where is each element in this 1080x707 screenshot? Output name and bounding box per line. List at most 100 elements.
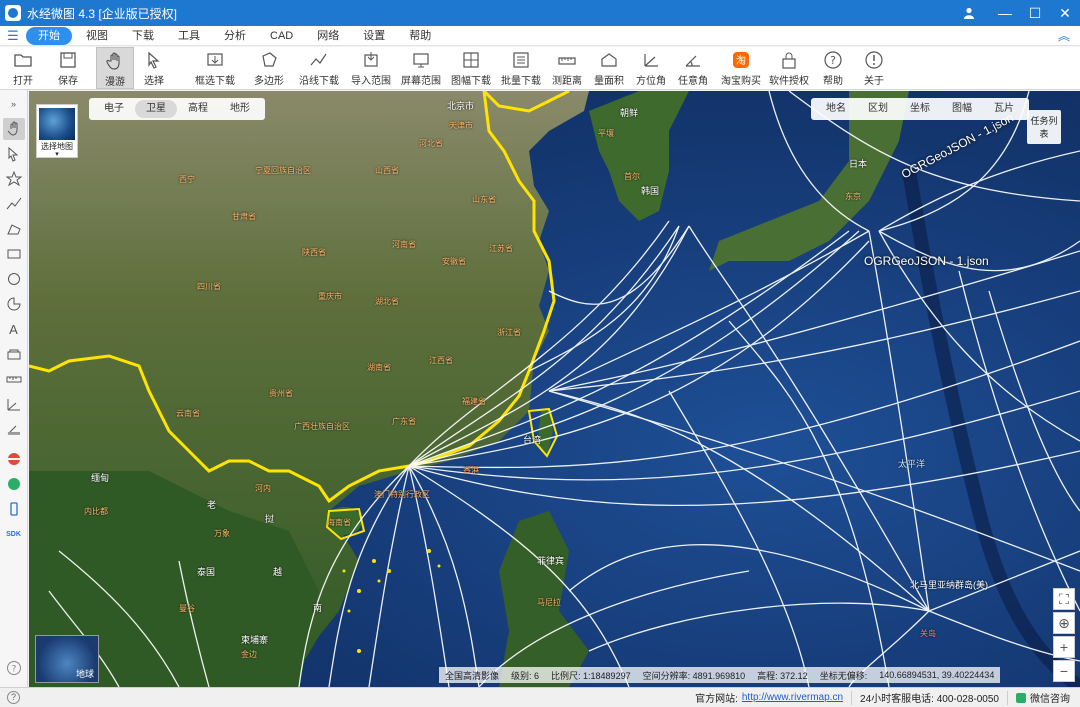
wechat-consult-button[interactable]: 微信咨询 xyxy=(1016,690,1070,705)
minimize-button[interactable]: — xyxy=(990,0,1020,26)
about-button[interactable]: 关于 xyxy=(852,47,896,89)
menu-tools[interactable]: 工具 xyxy=(168,27,210,45)
label-northern-marianas: 北马里亚纳群岛(美) xyxy=(910,580,988,590)
screen-range-icon xyxy=(413,53,429,68)
batch-download-button[interactable]: 批量下载 xyxy=(496,47,546,89)
map-chooser-button[interactable]: 选择地图 ▾ xyxy=(36,104,78,158)
menu-analysis[interactable]: 分析 xyxy=(214,27,256,45)
rectangle-tool-icon[interactable] xyxy=(3,243,25,265)
toggle-divisions[interactable]: 区划 xyxy=(857,100,899,118)
green-plugin-icon[interactable] xyxy=(3,473,25,495)
label-zhejiang: 浙江省 xyxy=(497,328,521,337)
expand-panel-icon[interactable]: » xyxy=(3,93,25,115)
menu-view[interactable]: 视图 xyxy=(76,27,118,45)
label-guizhou: 贵州省 xyxy=(269,389,293,398)
layer-colors-icon[interactable] xyxy=(3,448,25,470)
any-angle-button[interactable]: 任意角 xyxy=(672,47,714,89)
license-button[interactable]: 软件授权 xyxy=(764,47,814,89)
sheet-download-button[interactable]: 图幅下载 xyxy=(446,47,496,89)
close-button[interactable]: ✕ xyxy=(1050,0,1080,26)
menu-start[interactable]: 开始 xyxy=(26,26,72,45)
select-button[interactable]: 选择 xyxy=(134,47,174,89)
menu-download[interactable]: 下载 xyxy=(122,27,164,45)
ruler-tool-icon[interactable] xyxy=(3,368,25,390)
label-hunan: 湖南省 xyxy=(367,363,391,372)
chevron-down-icon: ▾ xyxy=(55,151,59,158)
area-icon xyxy=(601,53,617,67)
label-tokyo: 东京 xyxy=(845,192,861,201)
line-download-button[interactable]: 沿线下载 xyxy=(292,47,346,89)
collapse-ribbon-icon[interactable]: ︽ xyxy=(1058,27,1070,44)
maximize-button[interactable]: ☐ xyxy=(1020,0,1050,26)
help-circle-icon[interactable]: ? xyxy=(3,657,25,679)
status-elevation: 高程: 372.12 xyxy=(757,670,808,681)
menu-network[interactable]: 网络 xyxy=(307,27,349,45)
menu-help[interactable]: 帮助 xyxy=(399,27,441,45)
polyline-tool-icon[interactable] xyxy=(3,193,25,215)
text-tool-icon[interactable]: A xyxy=(3,318,25,340)
phone-icon[interactable] xyxy=(3,498,25,520)
app-title: 水经微图 4.3 [企业版已授权] xyxy=(27,6,178,21)
save-button[interactable]: 保存 xyxy=(46,47,90,89)
azimuth-button[interactable]: 方位角 xyxy=(630,47,672,89)
tab-terrain[interactable]: 地形 xyxy=(219,100,261,118)
status-resolution: 空间分辨率: 4891.969810 xyxy=(642,670,746,681)
label-japan: 日本 xyxy=(849,159,868,169)
tab-elevation[interactable]: 高程 xyxy=(177,100,219,118)
help-button[interactable]: ? 帮助 xyxy=(814,47,852,89)
wechat-icon xyxy=(1016,692,1026,703)
zoom-out-button[interactable]: − xyxy=(1053,660,1075,682)
import-range-icon xyxy=(364,52,378,67)
toggle-coordinates[interactable]: 坐标 xyxy=(899,100,941,118)
locate-icon[interactable]: ⊕ xyxy=(1053,612,1075,634)
label-hainan: 海南省 xyxy=(327,518,351,527)
taobao-buy-button[interactable]: 淘 淘宝购买 xyxy=(718,47,764,89)
bottom-status-bar: ? 官方网站: http://www.rivermap.cn 24小时客服电话:… xyxy=(0,687,1080,707)
globe-overview-button[interactable]: 地球 xyxy=(35,635,99,683)
label-jiangxi: 江西省 xyxy=(429,356,453,365)
open-button[interactable]: 打开 xyxy=(0,47,46,89)
map-view[interactable]: 北京市 天津市 河北省 山西省 山东省 宁夏回族自治区 甘肃省 陕西省 河南省 … xyxy=(29,91,1080,687)
toggle-tiles[interactable]: 瓦片 xyxy=(983,100,1025,118)
status-source: 全国高清影像 xyxy=(445,670,500,681)
screen-range-button[interactable]: 屏幕范围 xyxy=(396,47,446,89)
measure-area-button[interactable]: 量面积 xyxy=(588,47,630,89)
website-link[interactable]: http://www.rivermap.cn xyxy=(742,692,843,703)
polygon-tool-icon[interactable] xyxy=(3,218,25,240)
sector-tool-icon[interactable] xyxy=(3,293,25,315)
pan-button[interactable]: 漫游 xyxy=(96,47,134,89)
task-list-button[interactable]: 任务列表 xyxy=(1027,110,1061,144)
tab-electronic[interactable]: 电子 xyxy=(93,100,135,118)
cursor-icon xyxy=(148,51,160,69)
azimuth-icon xyxy=(644,54,658,67)
toggle-place-names[interactable]: 地名 xyxy=(815,100,857,118)
select-tool-icon[interactable] xyxy=(3,143,25,165)
help-icon[interactable]: ? xyxy=(7,691,20,704)
user-icon[interactable] xyxy=(954,0,984,26)
pan-tool-icon[interactable] xyxy=(2,118,25,140)
fullscreen-icon[interactable]: ⛶ xyxy=(1053,588,1075,610)
sheet-download-icon xyxy=(463,52,479,68)
sdk-icon[interactable]: SDK xyxy=(3,523,25,545)
label-jiangsu: 江苏省 xyxy=(489,244,513,253)
label-anhui: 安徽省 xyxy=(442,257,466,266)
hamburger-menu-icon[interactable]: ☰ xyxy=(0,28,26,44)
status-scale: 比例尺: 1:18489297 xyxy=(551,670,631,681)
label-south-korea: 韩国 xyxy=(641,186,660,196)
area-tool-icon[interactable] xyxy=(3,343,25,365)
marker-tool-icon[interactable] xyxy=(3,168,25,190)
angle-tool-icon[interactable] xyxy=(3,418,25,440)
label-guangxi: 广西壮族自治区 xyxy=(294,422,350,431)
measure-distance-button[interactable]: 测距离 xyxy=(546,47,588,89)
import-range-button[interactable]: 导入范围 xyxy=(346,47,396,89)
rect-download-button[interactable]: 框选下载 xyxy=(184,47,246,89)
status-coordinate: 140.66894531, 39.40224434 xyxy=(879,670,995,680)
zoom-in-button[interactable]: + xyxy=(1053,636,1075,658)
toggle-sheets[interactable]: 图幅 xyxy=(941,100,983,118)
tab-satellite[interactable]: 卫星 xyxy=(135,100,177,118)
polygon-download-button[interactable]: 多边形 xyxy=(246,47,292,89)
azimuth-tool-icon[interactable] xyxy=(3,393,25,415)
circle-tool-icon[interactable] xyxy=(3,268,25,290)
menu-settings[interactable]: 设置 xyxy=(353,27,395,45)
menu-cad[interactable]: CAD xyxy=(260,27,303,45)
